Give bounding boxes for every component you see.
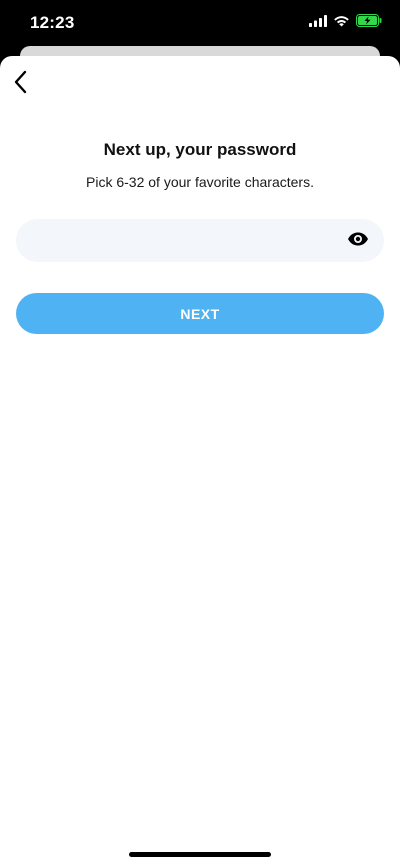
wifi-icon	[333, 15, 350, 27]
page-subtitle: Pick 6-32 of your favorite characters.	[86, 174, 314, 190]
password-input[interactable]	[34, 219, 338, 264]
status-time: 12:23	[30, 13, 75, 32]
password-sheet: Next up, your password Pick 6-32 of your…	[0, 56, 400, 866]
status-bar: 12:23	[0, 0, 400, 46]
next-button[interactable]: NEXT	[16, 293, 384, 334]
signal-icon	[309, 14, 327, 27]
eye-icon	[347, 232, 369, 251]
app-screen: 12:23 Next up, your password Pick 6-32 o…	[0, 0, 400, 866]
back-button[interactable]	[8, 70, 32, 98]
page-title: Next up, your password	[103, 140, 297, 159]
home-indicator	[129, 852, 271, 857]
password-field[interactable]	[16, 219, 384, 264]
show-password-button[interactable]	[346, 230, 370, 252]
status-icons	[309, 14, 382, 27]
chevron-left-icon	[13, 70, 27, 99]
battery-charging-icon	[356, 14, 382, 27]
